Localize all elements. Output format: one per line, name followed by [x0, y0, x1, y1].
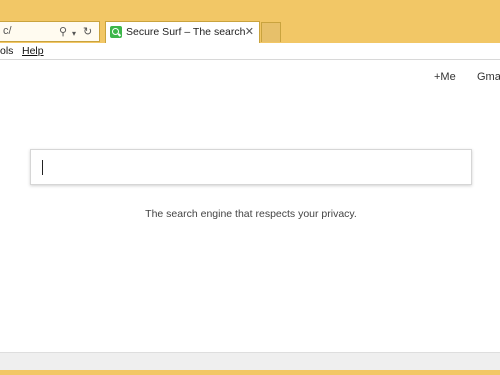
tagline: The search engine that respects your pri…: [145, 208, 357, 220]
menu-bar: ols Help: [0, 43, 500, 60]
browser-tab-active[interactable]: Secure Surf – The search en... ✕: [105, 21, 260, 43]
menu-help[interactable]: Help: [22, 45, 44, 57]
window-bottom-border: [0, 370, 500, 375]
close-tab-icon[interactable]: ✕: [245, 25, 254, 39]
header-link-gmail[interactable]: Gma: [477, 71, 500, 83]
search-input[interactable]: [31, 150, 471, 184]
address-bar[interactable]: c/ ⚲ ▾ ↻: [0, 21, 100, 42]
header-link-plus-me[interactable]: +Me: [434, 71, 456, 83]
page-content: +Me Gma The search engine that respects …: [0, 60, 500, 352]
tab-title: Secure Surf – The search en...: [126, 26, 246, 38]
browser-chrome: c/ ⚲ ▾ ↻ Secure Surf – The search en... …: [0, 0, 500, 43]
search-box[interactable]: [30, 149, 472, 185]
new-tab-button[interactable]: [261, 22, 281, 42]
secure-surf-favicon-icon: [110, 26, 122, 38]
refresh-icon[interactable]: ↻: [83, 25, 92, 38]
address-url[interactable]: c/: [3, 25, 12, 37]
menu-help-label: Help: [22, 45, 44, 57]
status-bar: [0, 352, 500, 370]
search-icon[interactable]: ⚲: [59, 25, 67, 38]
dropdown-arrow-icon[interactable]: ▾: [72, 27, 76, 40]
menu-tools[interactable]: ols: [0, 45, 13, 57]
